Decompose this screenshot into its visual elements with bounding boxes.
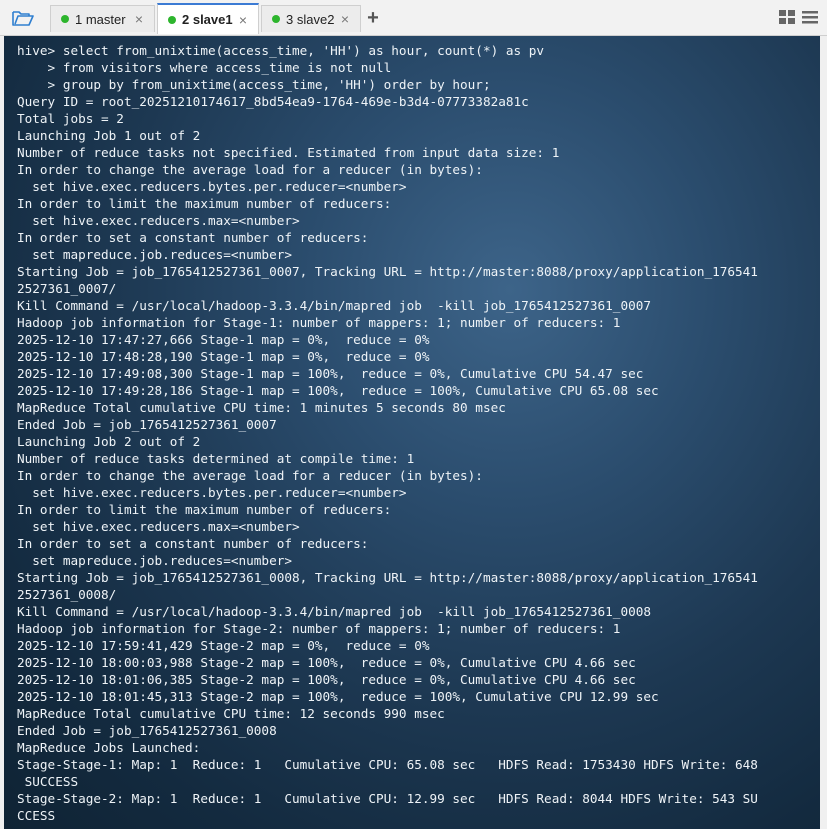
close-icon[interactable]: × [132,12,146,26]
menu-icon[interactable] [801,9,819,25]
terminal-line: Launching Job 1 out of 2 [17,128,201,143]
terminal-view[interactable]: hive> select from_unixtime(access_time, … [0,36,827,829]
terminal-line: Hadoop job information for Stage-1: numb… [17,315,621,330]
terminal-line: 2025-12-10 17:47:27,666 Stage-1 map = 0%… [17,332,430,347]
terminal-line: Starting Job = job_1765412527361_0008, T… [17,570,758,585]
terminal-line: In order to limit the maximum number of … [17,502,392,517]
terminal-line: Starting Job = job_1765412527361_0007, T… [17,264,758,279]
status-dot [168,15,176,24]
terminal-line: set hive.exec.reducers.bytes.per.reducer… [17,179,407,194]
terminal-line: 2025-12-10 17:48:28,190 Stage-1 map = 0%… [17,349,430,364]
status-dot [272,15,280,23]
terminal-line: CCESS [17,808,56,823]
terminal-line: In order to change the average load for … [17,468,483,483]
close-icon[interactable]: × [236,13,250,27]
tab-bar: 1 master × 2 slave1 × 3 slave2 × + [0,0,827,36]
tab-slave1[interactable]: 2 slave1 × [157,3,259,34]
tab-label: 3 slave2 [286,11,335,27]
tab-master[interactable]: 1 master × [50,5,155,32]
grid-layout-icon[interactable] [778,9,796,25]
terminal-line: set hive.exec.reducers.max=<number> [17,519,300,534]
terminal-line: > from visitors where access_time is not… [17,60,392,75]
terminal-line: Ended Job = job_1765412527361_0008 [17,723,277,738]
new-tab-button[interactable]: + [364,8,382,28]
terminal-line: 2025-12-10 18:01:45,313 Stage-2 map = 10… [17,689,659,704]
terminal-line: Query ID = root_20251210174617_8bd54ea9-… [17,94,529,109]
terminal-line: set mapreduce.job.reduces=<number> [17,553,292,568]
terminal-line: Ended Job = job_1765412527361_0007 [17,417,277,432]
terminal-line: 2025-12-10 18:01:06,385 Stage-2 map = 10… [17,672,636,687]
terminal-line: In order to set a constant number of red… [17,536,369,551]
terminal-line: 2025-12-10 17:59:41,429 Stage-2 map = 0%… [17,638,430,653]
terminal-line: 2527361_0007/ [17,281,117,296]
terminal-line: hive> select from_unixtime(access_time, … [17,43,545,58]
tab-label: 1 master [75,11,126,27]
terminal-output: hive> select from_unixtime(access_time, … [4,36,820,824]
terminal-line: MapReduce Jobs Launched: [17,740,201,755]
terminal-line: set hive.exec.reducers.max=<number> [17,213,300,228]
terminal-line: Stage-Stage-1: Map: 1 Reduce: 1 Cumulati… [17,757,758,772]
tab-slave2[interactable]: 3 slave2 × [261,5,361,32]
terminal-line: set mapreduce.job.reduces=<number> [17,247,292,262]
terminal-line: In order to limit the maximum number of … [17,196,392,211]
terminal-line: Kill Command = /usr/local/hadoop-3.3.4/b… [17,604,651,619]
terminal-line: Stage-Stage-2: Map: 1 Reduce: 1 Cumulati… [17,791,758,806]
terminal-line: set hive.exec.reducers.bytes.per.reducer… [17,485,407,500]
terminal-line: 2025-12-10 17:49:08,300 Stage-1 map = 10… [17,366,644,381]
terminal-line: Number of reduce tasks determined at com… [17,451,415,466]
terminal-line: 2527361_0008/ [17,587,117,602]
terminal-line: Kill Command = /usr/local/hadoop-3.3.4/b… [17,298,651,313]
terminal-line: Number of reduce tasks not specified. Es… [17,145,560,160]
terminal-line: 2025-12-10 17:49:28,186 Stage-1 map = 10… [17,383,659,398]
terminal-line: MapReduce Total cumulative CPU time: 12 … [17,706,445,721]
terminal-line: Total jobs = 2 [17,111,124,126]
folder-open-icon[interactable] [8,6,38,30]
terminal-line: SUCCESS [17,774,79,789]
terminal-line: Launching Job 2 out of 2 [17,434,201,449]
terminal-line: In order to change the average load for … [17,162,483,177]
close-icon[interactable]: × [338,12,352,26]
terminal-line: In order to set a constant number of red… [17,230,369,245]
terminal-line: Hadoop job information for Stage-2: numb… [17,621,621,636]
tab-label: 2 slave1 [182,12,233,27]
terminal-line: 2025-12-10 18:00:03,988 Stage-2 map = 10… [17,655,636,670]
status-dot [61,15,69,23]
terminal-line: MapReduce Total cumulative CPU time: 1 m… [17,400,506,415]
terminal-line: > group by from_unixtime(access_time, 'H… [17,77,491,92]
